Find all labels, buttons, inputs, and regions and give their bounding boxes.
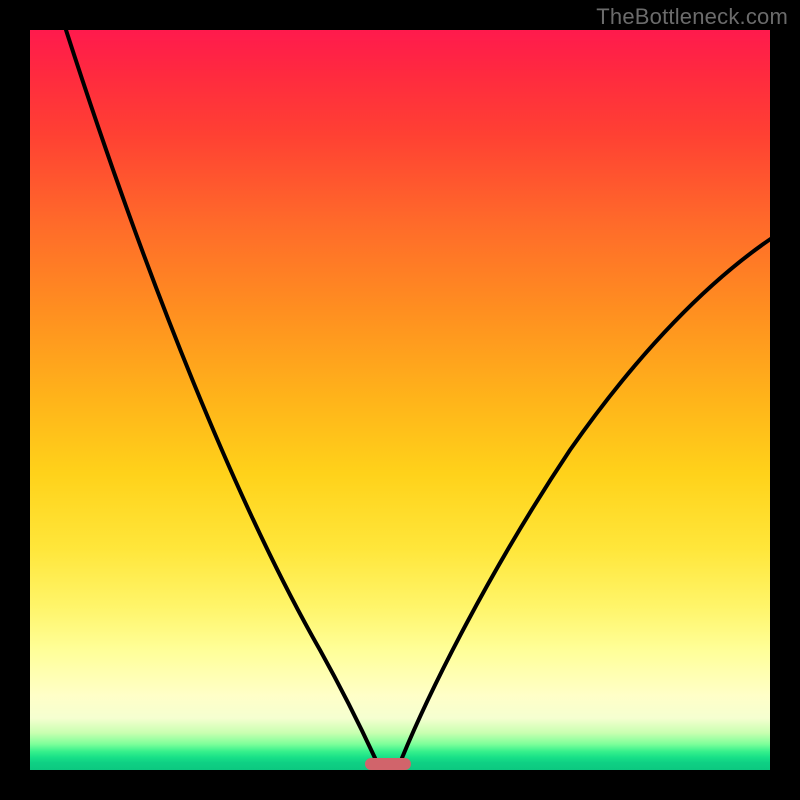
plot-area (30, 30, 770, 770)
curves-svg (30, 30, 770, 770)
right-curve (402, 238, 770, 758)
left-curve (66, 30, 375, 758)
outer-frame: TheBottleneck.com (0, 0, 800, 800)
watermark-text: TheBottleneck.com (596, 4, 788, 30)
bottleneck-marker (365, 758, 411, 770)
